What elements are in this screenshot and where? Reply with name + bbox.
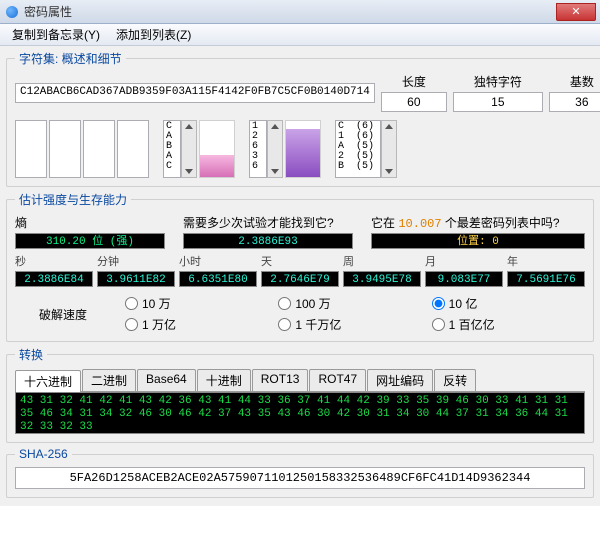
speed-radio-1q[interactable]: 1 千万亿 xyxy=(278,316,431,333)
length-label: 长度 xyxy=(402,73,426,90)
unique-label: 独特字符 xyxy=(474,73,522,90)
charset-legend: 字符集: 概述和细节 xyxy=(15,50,126,67)
years-label: 年 xyxy=(507,253,585,269)
entropy-value: 310.20 位 (强) xyxy=(15,233,165,249)
tab-hex[interactable]: 十六进制 xyxy=(15,370,81,392)
weeks-value: 3.9495E78 xyxy=(343,271,421,287)
tab-dec[interactable]: 十进制 xyxy=(197,369,251,391)
trials-value: 2.3886E93 xyxy=(183,233,353,249)
weeks-label: 周 xyxy=(343,253,421,269)
sha-value[interactable]: 5FA26D1258ACEB2ACE02A5759071101250158332… xyxy=(15,467,585,489)
sha-panel: SHA-256 5FA26D1258ACEB2ACE02A57590711012… xyxy=(6,447,594,498)
convert-output[interactable]: 43 31 32 41 42 41 43 42 36 43 41 44 33 3… xyxy=(15,392,585,434)
base-field[interactable]: 36 xyxy=(549,92,600,112)
days-label: 天 xyxy=(261,253,339,269)
app-icon xyxy=(6,6,18,18)
char-preview-1 xyxy=(15,120,47,178)
years-value: 7.5691E76 xyxy=(507,271,585,287)
speed-radio-1b[interactable]: 10 亿 xyxy=(432,295,585,312)
entropy-label: 熵 xyxy=(15,214,165,231)
tab-rot13[interactable]: ROT13 xyxy=(252,369,309,391)
unique-field[interactable]: 15 xyxy=(453,92,543,112)
days-value: 2.7646E79 xyxy=(261,271,339,287)
speed-radio-1m[interactable]: 100 万 xyxy=(278,295,431,312)
seconds-label: 秒 xyxy=(15,253,93,269)
close-button[interactable]: ✕ xyxy=(556,3,596,21)
sha-legend: SHA-256 xyxy=(15,447,72,461)
length-field[interactable]: 60 xyxy=(381,92,447,112)
tab-rot47[interactable]: ROT47 xyxy=(309,369,366,391)
rank-value: 位置: 0 xyxy=(371,233,585,249)
hours-label: 小时 xyxy=(179,253,257,269)
base-label: 基数 xyxy=(570,73,594,90)
char-list-a[interactable]: C A B A C xyxy=(163,120,181,178)
seconds-value: 2.3886E84 xyxy=(15,271,93,287)
menubar: 复制到备忘录(Y) 添加到列表(Z) xyxy=(0,24,600,46)
convert-tabs: 十六进制 二进制 Base64 十进制 ROT13 ROT47 网址编码 反转 xyxy=(15,369,585,392)
strength-legend: 估计强度与生存能力 xyxy=(15,191,131,208)
strength-panel: 估计强度与生存能力 熵 310.20 位 (强) 需要多少次试验才能找到它? 2… xyxy=(6,191,594,342)
months-label: 月 xyxy=(425,253,503,269)
speed-radio-100k[interactable]: 10 万 xyxy=(125,295,278,312)
speed-label: 破解速度 xyxy=(15,306,125,323)
scrollbar-a[interactable] xyxy=(181,120,197,178)
menu-copy-to-memo[interactable]: 复制到备忘录(Y) xyxy=(4,23,108,46)
char-preview-3 xyxy=(83,120,115,178)
charset-panel: 字符集: 概述和细节 C12ABACB6CAD367ADB9359F03A115… xyxy=(6,50,600,187)
scrollbar-c[interactable] xyxy=(381,120,397,178)
speed-radio-1t[interactable]: 1 万亿 xyxy=(125,316,278,333)
speed-radio-100q[interactable]: 1 百亿亿 xyxy=(432,316,585,333)
char-preview-4 xyxy=(117,120,149,178)
convert-legend: 转换 xyxy=(15,346,47,363)
tab-base64[interactable]: Base64 xyxy=(137,369,196,391)
hours-value: 6.6351E80 xyxy=(179,271,257,287)
scrollbar-b[interactable] xyxy=(267,120,283,178)
histogram-bar-b xyxy=(285,120,321,178)
menu-add-to-list[interactable]: 添加到列表(Z) xyxy=(108,23,199,46)
charset-input[interactable]: C12ABACB6CAD367ADB9359F03A115F4142F0FB7C… xyxy=(15,83,375,103)
tab-bin[interactable]: 二进制 xyxy=(82,369,136,391)
histogram-bar-a xyxy=(199,120,235,178)
trials-label: 需要多少次试验才能找到它? xyxy=(183,214,353,231)
rank-label: 它在 10.007 个最差密码列表中吗? xyxy=(371,214,585,231)
minutes-value: 3.9611E82 xyxy=(97,271,175,287)
tab-reverse[interactable]: 反转 xyxy=(434,369,476,391)
tab-url[interactable]: 网址编码 xyxy=(367,369,433,391)
titlebar: 密码属性 ✕ xyxy=(0,0,600,24)
months-value: 9.083E77 xyxy=(425,271,503,287)
char-preview-2 xyxy=(49,120,81,178)
char-list-c[interactable]: C (6) 1 (6) A (5) 2 (5) B (5) xyxy=(335,120,381,178)
minutes-label: 分钟 xyxy=(97,253,175,269)
window-title: 密码属性 xyxy=(24,3,556,20)
convert-panel: 转换 十六进制 二进制 Base64 十进制 ROT13 ROT47 网址编码 … xyxy=(6,346,594,443)
char-list-b[interactable]: 1 2 6 3 6 xyxy=(249,120,267,178)
